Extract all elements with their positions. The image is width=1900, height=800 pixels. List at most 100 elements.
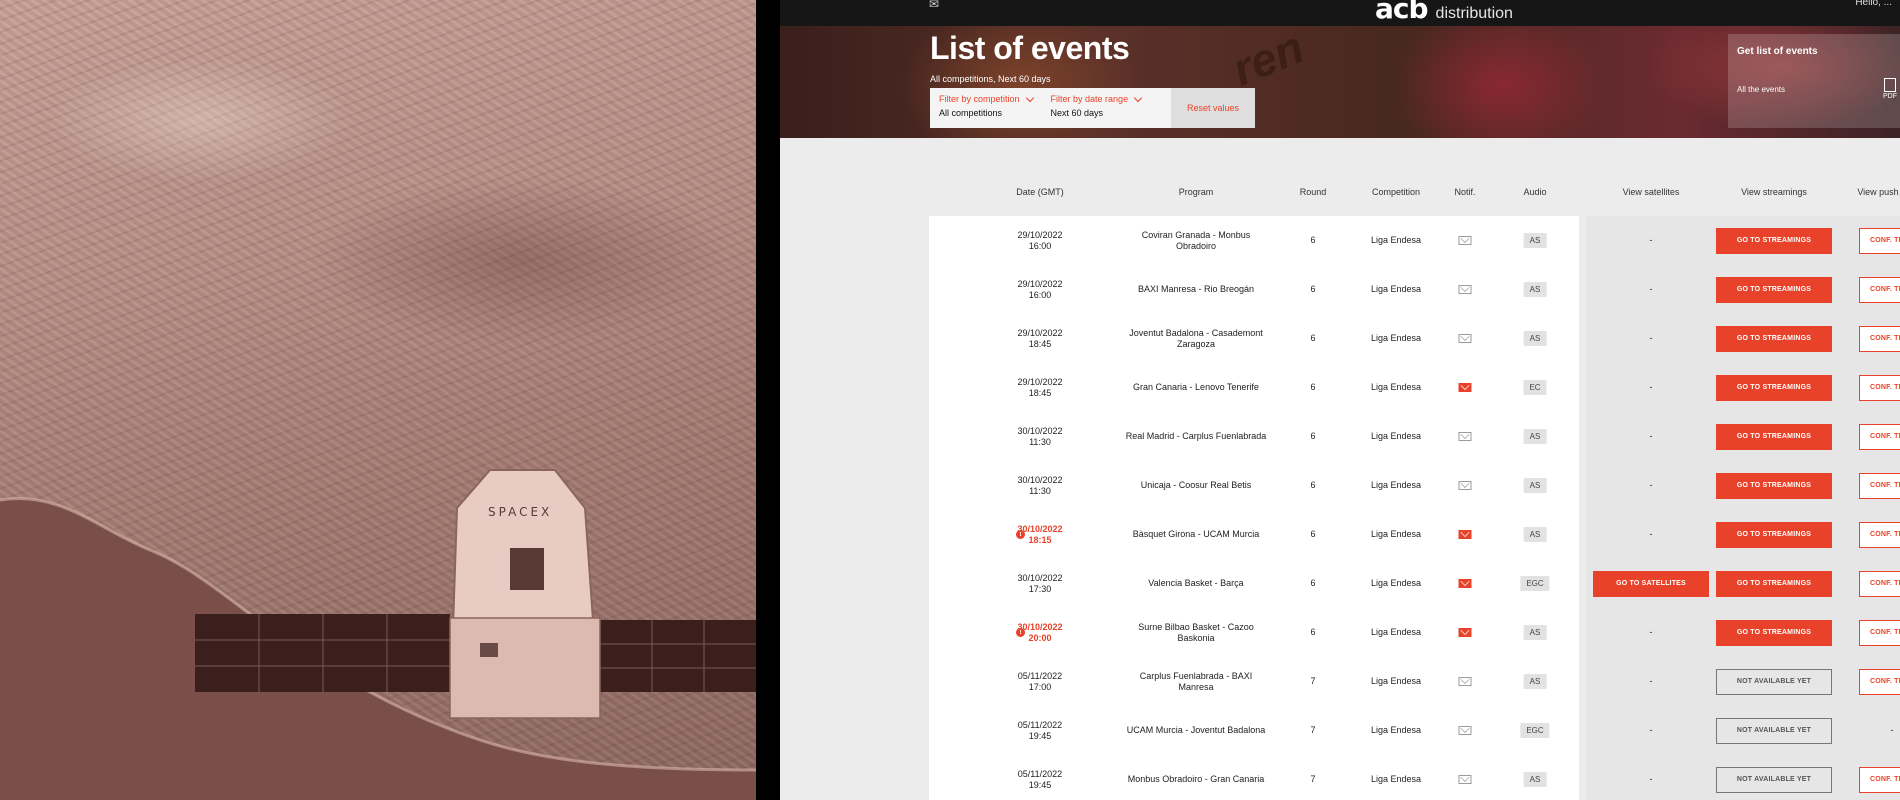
go-to-satellites-button[interactable]: GO TO SATELLITES xyxy=(1593,570,1709,597)
pdf-download-button[interactable]: PDF xyxy=(1883,78,1897,100)
date-value: 29/10/2022 xyxy=(1017,327,1063,338)
cell-audio: AS xyxy=(1523,216,1547,265)
audio-badge: AS xyxy=(1523,331,1547,346)
cell-streamings: GO TO STREAMINGS xyxy=(1716,559,1832,608)
conf-transmission-button[interactable]: CONF. TRAN xyxy=(1859,570,1900,597)
cell-push: CONF. TRAN xyxy=(1859,412,1900,461)
date-value: 30/10/2022 xyxy=(1017,425,1063,436)
cell-streamings: GO TO STREAMINGS xyxy=(1716,608,1832,657)
go-to-streamings-button[interactable]: GO TO STREAMINGS xyxy=(1716,619,1832,646)
conf-transmission-button[interactable]: CONF. TRAN xyxy=(1859,227,1900,254)
conf-transmission-button[interactable]: CONF. TRAN xyxy=(1859,521,1900,548)
audio-badge: AS xyxy=(1523,674,1547,689)
cell-audio: AS xyxy=(1523,461,1547,510)
envelope-icon[interactable] xyxy=(1458,383,1472,392)
reset-values-button[interactable]: Reset values xyxy=(1171,88,1255,128)
col-program[interactable]: Program xyxy=(1179,187,1214,197)
cell-satellites: GO TO SATELLITES xyxy=(1593,559,1709,608)
col-satellites[interactable]: View satellites xyxy=(1623,187,1680,197)
conf-transmission-button[interactable]: CONF. TRAN xyxy=(1859,325,1900,352)
table-row[interactable]: ! 30/10/2022 20:00 Surne Bilbao Basket - Ca… xyxy=(780,608,1900,657)
cell-satellites: - xyxy=(1650,755,1653,800)
go-to-streamings-button[interactable]: GO TO STREAMINGS xyxy=(1716,374,1832,401)
table-row[interactable]: 29/10/2022 18:45 Joventut Badalona - Casad… xyxy=(780,314,1900,363)
table-row[interactable]: 30/10/2022 11:30 Real Madrid - Carplus Fue… xyxy=(780,412,1900,461)
envelope-icon[interactable] xyxy=(1458,579,1472,588)
envelope-icon[interactable] xyxy=(1458,285,1472,294)
cell-satellites: - xyxy=(1650,314,1653,363)
envelope-icon[interactable] xyxy=(1458,236,1472,245)
cell-streamings: NOT AVAILABLE YET xyxy=(1716,706,1832,755)
cell-push: CONF. TRAN xyxy=(1859,559,1900,608)
brand-logo[interactable]: acb distribution xyxy=(1375,0,1513,25)
cell-satellites: - xyxy=(1650,510,1653,559)
cell-date: 05/11/2022 19:45 xyxy=(1000,706,1080,755)
audio-badge: AS xyxy=(1523,527,1547,542)
cell-satellites: - xyxy=(1650,265,1653,314)
go-to-streamings-button[interactable]: GO TO STREAMINGS xyxy=(1716,227,1832,254)
col-push[interactable]: View push xyxy=(1857,187,1898,197)
cell-program: Carplus Fuenlabrada - BAXI Manresa xyxy=(1139,670,1253,692)
col-competition[interactable]: Competition xyxy=(1372,187,1420,197)
go-to-streamings-button[interactable]: GO TO STREAMINGS xyxy=(1716,276,1832,303)
table-row[interactable]: 29/10/2022 16:00 Coviran Granada - Monbus … xyxy=(780,216,1900,265)
envelope-icon[interactable] xyxy=(1458,432,1472,441)
envelope-icon[interactable] xyxy=(1458,677,1472,686)
envelope-icon[interactable] xyxy=(1458,334,1472,343)
envelope-icon[interactable] xyxy=(1458,726,1472,735)
filter-competition[interactable]: Filter by competition All competitions xyxy=(930,88,1042,128)
user-greeting[interactable]: Hello, ... xyxy=(1855,0,1892,8)
cell-round: 6 xyxy=(1310,333,1316,343)
conf-transmission-button[interactable]: CONF. TRAN xyxy=(1859,668,1900,695)
go-to-streamings-button[interactable]: GO TO STREAMINGS xyxy=(1716,423,1832,450)
cell-notif xyxy=(1458,755,1472,800)
go-to-streamings-button[interactable]: GO TO STREAMINGS xyxy=(1716,325,1832,352)
conf-transmission-button[interactable]: CONF. TRAN xyxy=(1859,276,1900,303)
table-row[interactable]: 29/10/2022 18:45 Gran Canaria - Lenovo Ten… xyxy=(780,363,1900,412)
filter-date-range[interactable]: Filter by date range Next 60 days xyxy=(1042,88,1151,128)
col-streamings[interactable]: View streamings xyxy=(1741,187,1807,197)
conf-transmission-button[interactable]: CONF. TRAN xyxy=(1859,374,1900,401)
mail-icon[interactable]: ✉ xyxy=(929,0,939,11)
conf-transmission-button[interactable]: CONF. TRAN xyxy=(1859,472,1900,499)
satellite-value: - xyxy=(1649,431,1653,441)
cell-notif xyxy=(1458,412,1472,461)
table-row[interactable]: 29/10/2022 16:00 BAXI Manresa - Rio Breogá… xyxy=(780,265,1900,314)
envelope-icon[interactable] xyxy=(1458,628,1472,637)
satellite-value: - xyxy=(1649,382,1653,392)
conf-transmission-button[interactable]: CONF. TRAN xyxy=(1859,766,1900,793)
conf-transmission-button[interactable]: CONF. TRAN xyxy=(1859,619,1900,646)
panel-divider xyxy=(756,0,780,800)
cell-notif xyxy=(1458,608,1472,657)
envelope-icon[interactable] xyxy=(1458,481,1472,490)
time-value: 19:45 xyxy=(1028,730,1052,741)
table-row[interactable]: 30/10/2022 11:30 Unicaja - Coosur Real Bet… xyxy=(780,461,1900,510)
time-value: 18:45 xyxy=(1028,387,1052,398)
conf-transmission-button[interactable]: CONF. TRAN xyxy=(1859,423,1900,450)
table-row[interactable]: 05/11/2022 17:00 Carplus Fuenlabrada - BAX… xyxy=(780,657,1900,706)
go-to-streamings-button[interactable]: GO TO STREAMINGS xyxy=(1716,472,1832,499)
cell-date: 30/10/2022 20:00 xyxy=(1000,608,1080,657)
cell-round: 6 xyxy=(1310,578,1316,588)
date-value: 29/10/2022 xyxy=(1017,278,1063,289)
page-subtitle: All competitions, Next 60 days xyxy=(930,74,1051,84)
col-round[interactable]: Round xyxy=(1300,187,1327,197)
table-row[interactable]: ! 30/10/2022 18:15 Bàsquet Girona - UCAM Mu… xyxy=(780,510,1900,559)
go-to-streamings-button[interactable]: GO TO STREAMINGS xyxy=(1716,521,1832,548)
table-row[interactable]: 05/11/2022 19:45 Monbus Obradoiro - Gran C… xyxy=(780,755,1900,800)
cell-competition: Liga Endesa xyxy=(1370,676,1422,686)
go-to-streamings-button[interactable]: GO TO STREAMINGS xyxy=(1716,570,1832,597)
col-audio[interactable]: Audio xyxy=(1523,187,1546,197)
cell-satellites: - xyxy=(1650,608,1653,657)
col-notif[interactable]: Notif. xyxy=(1454,187,1475,197)
time-value: 18:15 xyxy=(1028,534,1052,545)
cell-audio: AS xyxy=(1523,510,1547,559)
cell-competition: Liga Endesa xyxy=(1370,774,1422,784)
table-header: Date (GMT) Program Round Competition Not… xyxy=(780,187,1900,203)
envelope-icon[interactable] xyxy=(1458,530,1472,539)
table-row[interactable]: 05/11/2022 19:45 UCAM Murcia - Joventut Ba… xyxy=(780,706,1900,755)
col-date[interactable]: Date (GMT) xyxy=(1016,187,1064,197)
envelope-icon[interactable] xyxy=(1458,775,1472,784)
table-row[interactable]: 30/10/2022 17:30 Valencia Basket - Barça 6 L… xyxy=(780,559,1900,608)
svg-text:SPACEX: SPACEX xyxy=(488,505,552,519)
